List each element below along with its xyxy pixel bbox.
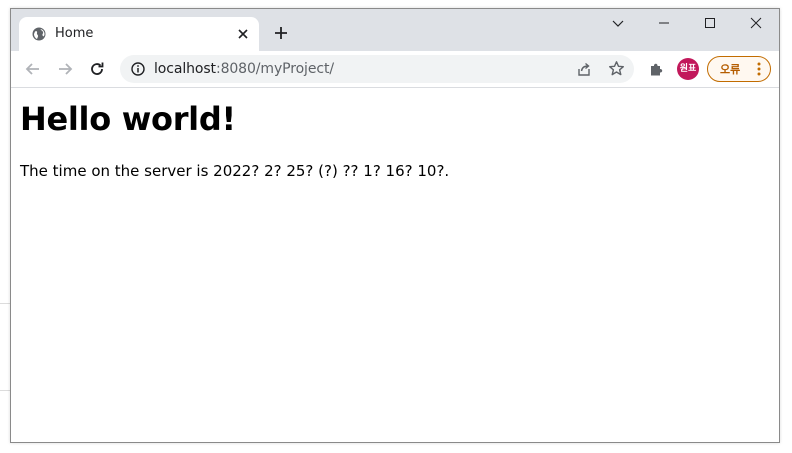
url-host: localhost (154, 61, 216, 77)
page-content: Hello world! The time on the server is 2… (11, 88, 779, 442)
forward-button[interactable] (55, 59, 75, 79)
error-label: 오류 (720, 63, 741, 76)
share-icon[interactable] (576, 61, 592, 77)
reload-button[interactable] (87, 59, 107, 79)
background-divider (0, 390, 10, 391)
puzzle-icon[interactable] (648, 61, 665, 78)
address-bar[interactable]: localhost:8080/myProject/ (120, 55, 634, 83)
error-button[interactable]: 오류 (707, 56, 771, 82)
url-path: :8080/myProject/ (215, 61, 334, 77)
profile-avatar[interactable]: 원표 (677, 58, 699, 80)
tab-search-button[interactable] (595, 9, 641, 39)
chevron-down-icon (612, 20, 624, 27)
url-text[interactable]: localhost:8080/myProject/ (154, 61, 334, 77)
minimize-icon (659, 22, 669, 24)
arrow-left-icon (25, 63, 39, 75)
new-tab-icon[interactable] (273, 25, 289, 41)
minimize-button[interactable] (641, 9, 687, 39)
close-window-button[interactable] (733, 9, 779, 39)
server-time-text: The time on the server is 2022? 2? 25? (… (20, 162, 450, 180)
info-icon[interactable] (131, 62, 145, 76)
star-icon[interactable] (608, 60, 625, 77)
tab-home[interactable]: Home (19, 17, 259, 51)
arrow-right-icon (59, 63, 73, 75)
page-heading: Hello world! (20, 100, 236, 138)
close-icon (750, 17, 762, 29)
close-tab-icon[interactable] (235, 26, 251, 42)
tab-strip: Home (11, 9, 779, 51)
tab-title: Home (55, 26, 94, 41)
kebab-menu-icon (757, 62, 761, 76)
globe-icon (32, 27, 46, 41)
back-button[interactable] (23, 59, 43, 79)
maximize-icon (705, 18, 715, 28)
browser-window: Home localhost:8080/myProject/ 원표 오류 Hel… (10, 8, 780, 443)
maximize-button[interactable] (687, 9, 733, 39)
reload-icon (91, 62, 104, 75)
browser-toolbar: localhost:8080/myProject/ 원표 오류 (11, 51, 779, 88)
background-divider (0, 303, 10, 304)
